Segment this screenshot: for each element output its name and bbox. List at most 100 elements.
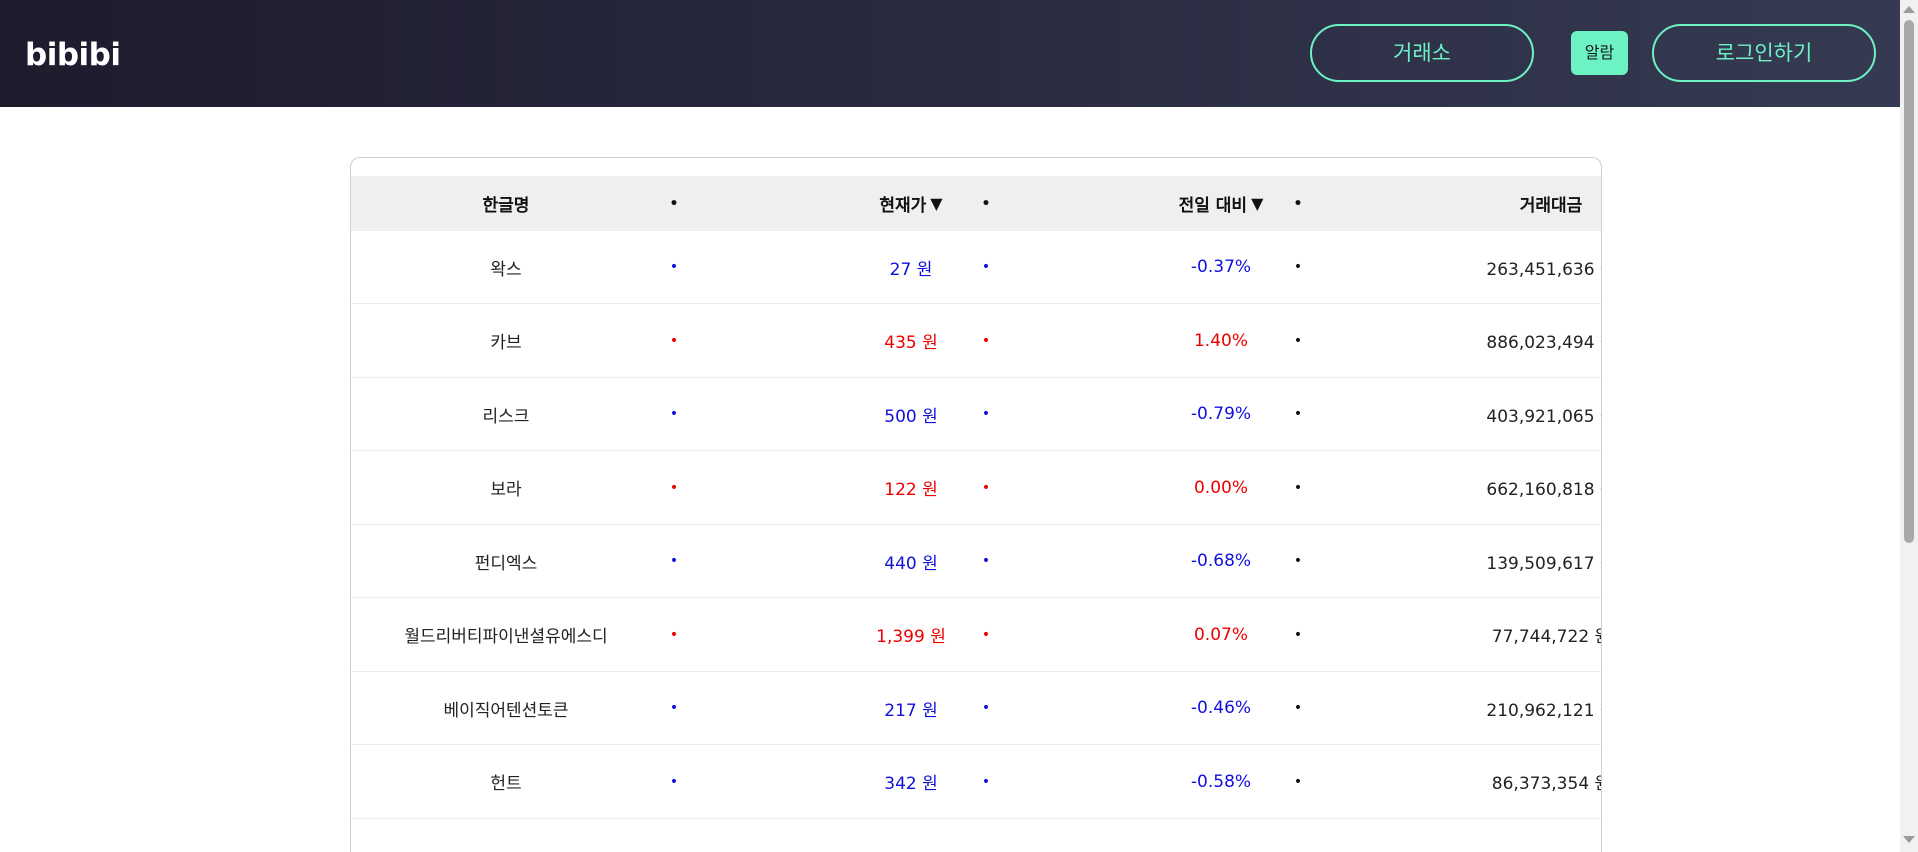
login-button[interactable]: 로그인하기 bbox=[1652, 24, 1876, 82]
table-row[interactable]: 베이직어텐션토큰 • 217 원 • -0.46% • 210,962,121 원 bbox=[351, 672, 1601, 745]
column-header-name[interactable]: 한글명 bbox=[351, 176, 661, 231]
separator-dot-icon: • bbox=[1293, 479, 1303, 496]
trade-volume: 403,921,065 원 bbox=[1441, 378, 1601, 450]
separator-dot-icon: • bbox=[669, 195, 679, 212]
row-dot: • bbox=[961, 672, 1011, 744]
direction-dot-icon: • bbox=[981, 259, 991, 275]
scroll-down-arrow-icon[interactable] bbox=[1903, 836, 1915, 843]
coin-name-text: 카브 bbox=[490, 333, 522, 353]
coin-name: 리스크 bbox=[351, 378, 661, 450]
separator-dot-icon: • bbox=[1293, 195, 1303, 212]
trade-volume-text: 886,023,494 원 bbox=[1486, 333, 1601, 353]
sort-descending-icon[interactable]: ▼ bbox=[930, 194, 942, 213]
change-rate-text: 0.07% bbox=[1193, 624, 1248, 645]
current-price-text: 440 원 bbox=[884, 553, 938, 574]
trade-volume: 886,023,494 원 bbox=[1441, 305, 1601, 377]
table-row[interactable]: 펀디엑스 • 440 원 • -0.68% • 139,509,617 원 bbox=[351, 525, 1601, 598]
column-header-change-label: 전일 대비 bbox=[1178, 196, 1248, 216]
current-price-text: 1,399 원 bbox=[876, 627, 946, 647]
coin-name-text: 보라 bbox=[490, 480, 522, 500]
alarm-button[interactable]: 알람 bbox=[1571, 31, 1628, 75]
direction-dot-icon: • bbox=[669, 626, 679, 643]
direction-dot-icon: • bbox=[669, 553, 679, 569]
change-rate-text: -0.46% bbox=[1190, 698, 1252, 718]
top-navigation-bar: bibibi 거래소 알람 로그인하기 bbox=[0, 0, 1900, 107]
current-price-text: 122 원 bbox=[884, 480, 938, 500]
table-row[interactable]: 왁스 • 27 원 • -0.37% • 263,451,636 원 bbox=[351, 231, 1601, 304]
row-dot: • bbox=[1273, 525, 1323, 597]
trade-volume-text: 403,921,065 원 bbox=[1486, 406, 1601, 427]
current-price-text: 217 원 bbox=[884, 700, 938, 721]
coin-name: 카브 bbox=[351, 305, 661, 377]
row-dot: • bbox=[649, 305, 699, 377]
change-rate-text: 1.40% bbox=[1193, 330, 1248, 351]
scroll-thumb[interactable] bbox=[1904, 20, 1914, 543]
row-dot: • bbox=[649, 599, 699, 671]
direction-dot-icon: • bbox=[981, 553, 991, 569]
separator-dot-icon: • bbox=[1293, 406, 1303, 422]
trade-volume-text: 662,160,818 원 bbox=[1486, 480, 1601, 500]
trade-volume: 263,451,636 원 bbox=[1441, 231, 1601, 303]
row-dot: • bbox=[961, 378, 1011, 450]
direction-dot-icon: • bbox=[669, 259, 679, 275]
coin-name-text: 헌트 bbox=[490, 774, 522, 794]
table-row[interactable]: 리스크 • 500 원 • -0.79% • 403,921,065 원 bbox=[351, 378, 1601, 451]
coin-name-text: 베이직어텐션토큰 bbox=[443, 700, 569, 721]
change-rate-text: -0.37% bbox=[1190, 257, 1252, 277]
exchange-button[interactable]: 거래소 bbox=[1310, 24, 1534, 82]
coin-name-text: 월드리버티파이낸셜유에스디 bbox=[404, 627, 608, 647]
page-scrollbar[interactable] bbox=[1900, 0, 1918, 852]
direction-dot-icon: • bbox=[669, 479, 679, 496]
row-dot: • bbox=[1273, 599, 1323, 671]
column-header-volume[interactable]: 거래대금 bbox=[1441, 176, 1601, 231]
column-header-price-label: 현재가 bbox=[879, 196, 927, 216]
coin-name: 보라 bbox=[351, 452, 661, 524]
trade-volume-text: 139,509,617 원 bbox=[1486, 553, 1601, 574]
row-dot: • bbox=[961, 452, 1011, 524]
row-dot: • bbox=[1273, 231, 1323, 303]
row-dot: • bbox=[649, 231, 699, 303]
table-row[interactable]: 헌트 • 342 원 • -0.58% • 86,373,354 원 bbox=[351, 746, 1601, 819]
separator-dot-icon: • bbox=[1293, 553, 1303, 569]
separator-dot-icon: • bbox=[1293, 332, 1303, 349]
row-dot: • bbox=[961, 525, 1011, 597]
coin-name: 펀디엑스 bbox=[351, 525, 661, 597]
row-dot: • bbox=[1273, 378, 1323, 450]
current-price-text: 500 원 bbox=[884, 406, 938, 427]
trade-volume-text: 210,962,121 원 bbox=[1486, 700, 1601, 721]
change-rate-text: -0.68% bbox=[1190, 551, 1252, 571]
row-dot: • bbox=[1273, 452, 1323, 524]
row-dot: • bbox=[961, 305, 1011, 377]
table-row[interactable]: 카브 • 435 원 • 1.40% • 886,023,494 원 bbox=[351, 305, 1601, 378]
sort-descending-icon[interactable]: ▼ bbox=[1251, 194, 1263, 213]
table-header-row: 한글명 • 현재가 ▼ • 전일 대비 ▼ • 거래대금 bbox=[351, 176, 1601, 231]
logo[interactable]: bibibi bbox=[25, 36, 121, 74]
trade-volume: 86,373,354 원 bbox=[1441, 746, 1602, 818]
trade-volume-text: 86,373,354 원 bbox=[1491, 774, 1602, 794]
coin-name-text: 왁스 bbox=[490, 259, 522, 280]
separator-dot-icon: • bbox=[1293, 700, 1303, 716]
trade-volume: 77,744,722 원 bbox=[1441, 599, 1601, 671]
row-dot: • bbox=[649, 378, 699, 450]
column-header-name-label: 한글명 bbox=[482, 196, 530, 216]
table-row[interactable]: 보라 • 122 원 • 0.00% • 662,160,818 원 bbox=[351, 452, 1601, 525]
change-rate-text: 0.00% bbox=[1193, 477, 1248, 498]
direction-dot-icon: • bbox=[669, 332, 679, 349]
row-dot: • bbox=[1273, 305, 1323, 377]
direction-dot-icon: • bbox=[669, 773, 679, 790]
direction-dot-icon: • bbox=[981, 406, 991, 422]
coin-name-text: 리스크 bbox=[482, 406, 530, 427]
scroll-up-arrow-icon[interactable] bbox=[1903, 6, 1915, 13]
current-price-text: 342 원 bbox=[884, 774, 938, 794]
row-dot: • bbox=[961, 599, 1011, 671]
column-separator-dot: • bbox=[649, 176, 699, 231]
current-price-text: 27 원 bbox=[889, 259, 933, 280]
coin-name: 베이직어텐션토큰 bbox=[351, 672, 661, 744]
table-row[interactable]: 월드리버티파이낸셜유에스디 • 1,399 원 • 0.07% • 77,744,722 원 bbox=[351, 599, 1601, 672]
market-table: 한글명 • 현재가 ▼ • 전일 대비 ▼ • 거래대금 왁스 • 27 원 • -0.… bbox=[350, 157, 1602, 852]
trade-volume: 139,509,617 원 bbox=[1441, 525, 1601, 597]
separator-dot-icon: • bbox=[1293, 259, 1303, 275]
separator-dot-icon: • bbox=[981, 195, 991, 212]
direction-dot-icon: • bbox=[981, 700, 991, 716]
separator-dot-icon: • bbox=[1293, 626, 1303, 643]
